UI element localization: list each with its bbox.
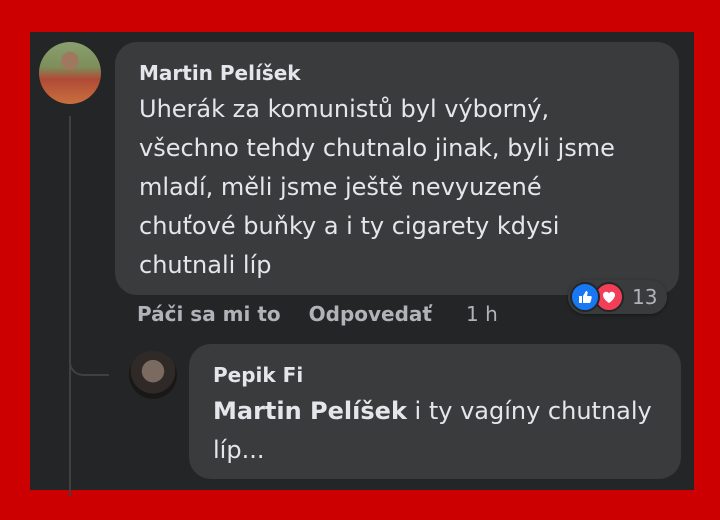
reply-line-text: i ty vagíny chutnaly xyxy=(406,397,652,425)
thread-line xyxy=(69,116,71,496)
comment-actions: Páči sa mi to Odpovedať 1 h xyxy=(137,302,526,328)
comment-line: mladí, měli jsme ještě nevyuzené xyxy=(139,173,542,201)
reply-bubble: Pepik Fi Martin Pelíšek i ty vagíny chut… xyxy=(189,344,681,479)
comment-line: všechno tehdy chutnalo jinak, byli jsme xyxy=(139,134,615,162)
reply-author[interactable]: Pepik Fi xyxy=(213,362,657,388)
reply-line: Martin Pelíšek i ty vagíny chutnaly xyxy=(213,392,657,431)
comment-author[interactable]: Martin Pelíšek xyxy=(139,60,655,86)
comment-timestamp[interactable]: 1 h xyxy=(466,302,498,326)
comment-bubble: Martin Pelíšek Uherák za komunistů byl v… xyxy=(115,42,679,295)
mention-link[interactable]: Martin Pelíšek xyxy=(213,397,407,425)
comment-line: chutnali líp xyxy=(139,251,272,279)
avatar-pepik[interactable] xyxy=(129,351,177,399)
thread-connector xyxy=(69,330,109,376)
like-button[interactable]: Páči sa mi to xyxy=(137,302,281,326)
reply-line: líp... xyxy=(213,436,265,464)
reply-text: Martin Pelíšek i ty vagíny chutnaly líp.… xyxy=(213,392,657,470)
comments-panel: Martin Pelíšek Uherák za komunistů byl v… xyxy=(0,0,720,520)
reactions-summary[interactable]: 13 xyxy=(568,280,668,314)
comment-line: chuťové buňky a i ty cigarety kdysi xyxy=(139,212,560,240)
reply-button[interactable]: Odpovedať xyxy=(309,302,432,326)
comment-text: Uherák za komunistů byl výborný, všechno… xyxy=(139,90,655,285)
reaction-count: 13 xyxy=(632,285,658,309)
avatar-martin[interactable] xyxy=(39,42,101,104)
like-icon xyxy=(570,282,600,312)
comment-line: Uherák za komunistů byl výborný, xyxy=(139,95,550,123)
